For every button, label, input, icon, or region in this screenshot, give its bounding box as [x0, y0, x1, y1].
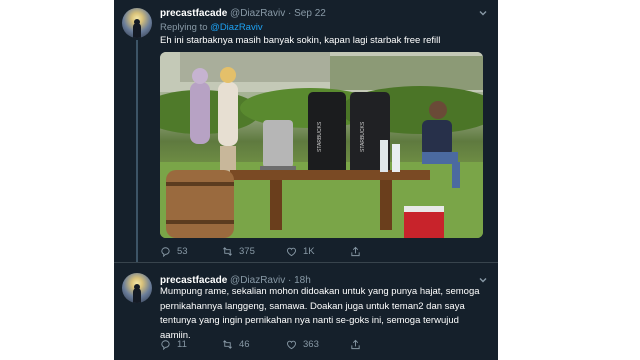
- tweet-text: Mumpung rame, sekalian mohon didoakan un…: [160, 286, 480, 341]
- share-icon: [350, 339, 361, 350]
- reply-icon: [160, 246, 171, 257]
- display-name[interactable]: precastfacade: [160, 8, 227, 19]
- separator-dot: ·: [288, 8, 292, 19]
- retweet-count: 375: [239, 246, 255, 257]
- photo-scene: STARBUCKS STARBUCKS: [160, 52, 483, 238]
- replying-to: Replying to @DiazRaviv: [160, 22, 263, 33]
- reply-count: 11: [177, 339, 187, 350]
- retweet-icon: [222, 246, 233, 257]
- chevron-down-icon[interactable]: [478, 8, 488, 20]
- retweet-button[interactable]: 375: [222, 246, 255, 257]
- tweet[interactable]: precastfacade @DiazRaviv · Sep 22 Replyi…: [114, 0, 498, 262]
- reply-button[interactable]: 53: [160, 246, 188, 257]
- tweet-text: Eh ini starbaknya masih banyak sokin, ka…: [160, 35, 441, 46]
- bag-label: STARBUCKS: [360, 121, 366, 152]
- replying-to-label: Replying to: [160, 22, 211, 33]
- reply-button[interactable]: 11: [160, 339, 187, 350]
- timestamp[interactable]: Sep 22: [294, 8, 326, 19]
- tweet[interactable]: precastfacade @DiazRaviv · 18h Mumpung r…: [114, 262, 498, 360]
- avatar[interactable]: [122, 273, 152, 303]
- bag-label: STARBUCKS: [317, 121, 323, 152]
- retweet-icon: [222, 339, 233, 350]
- user-handle[interactable]: @DiazRaviv: [230, 8, 285, 19]
- tweet-photo[interactable]: STARBUCKS STARBUCKS: [160, 52, 483, 238]
- like-button[interactable]: 1K: [286, 246, 315, 257]
- twitter-thread: precastfacade @DiazRaviv · Sep 22 Replyi…: [114, 0, 498, 360]
- share-button[interactable]: [350, 246, 361, 257]
- tweet-header: precastfacade @DiazRaviv · Sep 22: [160, 8, 488, 19]
- heart-icon: [286, 339, 297, 350]
- reply-count: 53: [177, 246, 188, 257]
- like-button[interactable]: 363: [286, 339, 319, 350]
- avatar[interactable]: [122, 8, 152, 38]
- replying-to-handle[interactable]: @DiazRaviv: [210, 22, 262, 33]
- share-icon: [350, 246, 361, 257]
- like-count: 1K: [303, 246, 315, 257]
- like-count: 363: [303, 339, 319, 350]
- heart-icon: [286, 246, 297, 257]
- retweet-count: 46: [239, 339, 250, 350]
- share-button[interactable]: [350, 339, 361, 350]
- avatar-silhouette-body: [133, 288, 141, 303]
- retweet-button[interactable]: 46: [222, 339, 250, 350]
- avatar-silhouette-body: [133, 23, 141, 38]
- reply-icon: [160, 339, 171, 350]
